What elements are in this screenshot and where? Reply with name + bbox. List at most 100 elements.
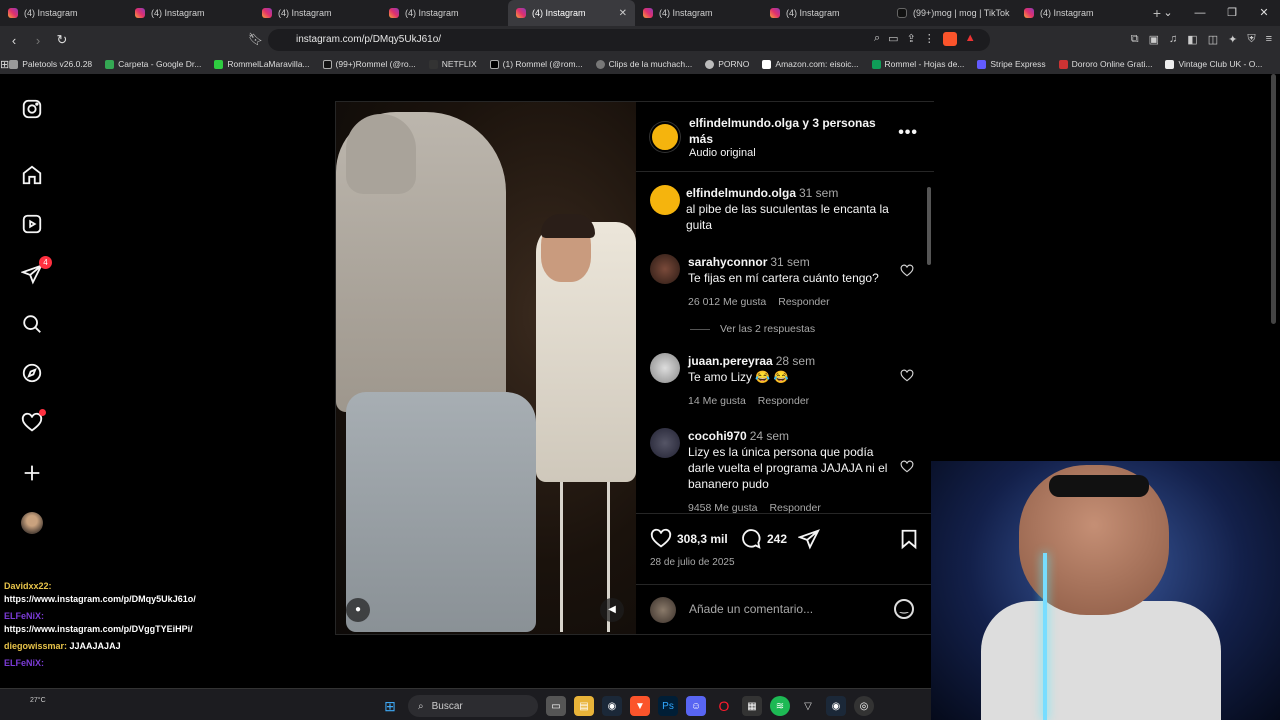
bookmark-page-icon[interactable]: 🔖︎ — [248, 32, 263, 46]
app-icon[interactable]: ▦ — [742, 696, 762, 716]
close-tab-icon[interactable]: ✕ — [619, 8, 627, 19]
bookmark-item[interactable]: PORNO — [705, 59, 749, 69]
more-options-icon[interactable]: ••• — [898, 124, 918, 142]
browser-tab-active[interactable]: (4) Instagram ✕ — [508, 0, 635, 26]
obs-icon[interactable]: ◎ — [854, 696, 874, 716]
comment-user[interactable]: sarahyconnor — [688, 255, 767, 269]
profile-avatar[interactable] — [20, 511, 44, 535]
save-button[interactable] — [898, 528, 920, 550]
bookmark-item[interactable]: (99+)Rommel (@ro... — [322, 59, 416, 69]
bookmark-item[interactable]: Vintage Club UK - O... — [1165, 59, 1262, 69]
reels-icon[interactable] — [20, 212, 44, 236]
search-icon[interactable] — [20, 312, 44, 336]
reel-video[interactable]: ● ◀︎ — [336, 102, 636, 634]
browser-tab[interactable]: (4) Instagram — [254, 0, 381, 26]
browser-tab[interactable]: (4) Instagram — [381, 0, 508, 26]
close-window-icon[interactable]: ✕ — [1248, 0, 1280, 26]
bookmark-item[interactable]: Dororo Online Grati... — [1058, 59, 1152, 69]
bookmark-item[interactable]: NETFLIX — [428, 59, 477, 69]
comment-input[interactable]: Añade un comentario... — [689, 602, 813, 616]
zoom-icon[interactable]: ⌕ — [874, 32, 880, 46]
page-scrollbar[interactable] — [1271, 74, 1276, 324]
notifications-heart-icon[interactable] — [20, 409, 46, 435]
bookmark-item[interactable]: Paletools v26.0.28 — [9, 59, 92, 69]
avatar[interactable] — [650, 428, 680, 458]
messages-icon[interactable]: 4 — [20, 256, 52, 286]
extensions-icon[interactable]: ⧉ — [1131, 33, 1139, 46]
file-explorer-icon[interactable]: ▤ — [574, 696, 594, 716]
menu-icon[interactable]: ≡ — [1266, 33, 1272, 46]
comment-user[interactable]: elfindelmundo.olga — [686, 186, 796, 200]
minimize-icon[interactable]: — — [1184, 0, 1216, 26]
share-button[interactable] — [798, 528, 820, 550]
bookmark-item[interactable]: Stripe Express — [977, 59, 1046, 69]
opera-icon[interactable]: O — [714, 696, 734, 716]
brave-shield-icon[interactable] — [942, 32, 957, 46]
comment-user[interactable]: cocohi970 — [688, 429, 747, 443]
bookmark-item[interactable]: Rommel - Hojas de... — [871, 59, 964, 69]
browser-tab[interactable]: (4) Instagram — [127, 0, 254, 26]
photoshop-icon[interactable]: Ps — [658, 696, 678, 716]
bookmark-item[interactable]: Amazon.com: eisoic... — [762, 59, 859, 69]
tab-search-icon[interactable]: ⌄ — [1152, 0, 1184, 26]
vpn-icon[interactable]: ⛨ — [1247, 33, 1255, 46]
bookmark-item[interactable]: Clips de la muchach... — [595, 59, 692, 69]
maximize-icon[interactable]: ❐ — [1216, 0, 1248, 26]
steam-icon[interactable]: ◉ — [826, 696, 846, 716]
post-author[interactable]: elfindelmundo.olga y 3 personas más — [689, 115, 889, 147]
like-comment-icon[interactable] — [900, 264, 914, 278]
back-icon[interactable]: ‹ — [4, 33, 24, 48]
like-comment-icon[interactable] — [900, 369, 914, 383]
cast-icon[interactable]: ▭ — [888, 32, 898, 46]
wallet-icon[interactable]: ▣ — [1149, 33, 1159, 46]
brave-rewards-icon[interactable]: ▲ — [965, 32, 976, 46]
vpn-app-icon[interactable]: ▽ — [798, 696, 818, 716]
browser-tab[interactable]: (99+)mog | mog | TikTok — [889, 0, 1016, 26]
windows-start-icon[interactable]: ⊞ — [380, 696, 400, 716]
browser-tab[interactable]: (4) Instagram — [0, 0, 127, 26]
volume-icon[interactable]: ◀︎ — [600, 598, 624, 622]
brave-icon[interactable]: ▼ — [630, 696, 650, 716]
home-icon[interactable] — [20, 163, 44, 187]
browser-tab[interactable]: (4) Instagram — [1016, 0, 1143, 26]
reply-button[interactable]: Responder — [758, 395, 809, 407]
taskbar-search[interactable]: ⌕ Buscar — [408, 695, 538, 717]
translate-icon[interactable]: ⋮ — [924, 32, 935, 46]
forward-icon[interactable]: › — [28, 33, 48, 48]
scrollbar-thumb[interactable] — [927, 187, 931, 265]
view-replies-button[interactable]: Ver las 2 respuestas — [690, 323, 815, 335]
spotify-icon[interactable]: ≋ — [770, 696, 790, 716]
like-button[interactable]: 308,3 mil — [650, 528, 728, 550]
media-icon[interactable]: ♫ — [1169, 33, 1177, 46]
wallet-icon[interactable]: ◫ — [1208, 33, 1218, 46]
task-view-icon[interactable]: ▭ — [546, 696, 566, 716]
author-avatar[interactable] — [650, 122, 680, 152]
comment-likes[interactable]: 26 012 Me gusta — [688, 296, 766, 308]
avatar[interactable] — [650, 353, 680, 383]
bookmark-item[interactable]: RommelLaMaravilla... — [214, 59, 310, 69]
comment-user[interactable]: juaan.pereyraa — [688, 354, 773, 368]
browser-tab[interactable]: (4) Instagram — [635, 0, 762, 26]
reply-button[interactable]: Responder — [769, 502, 820, 513]
create-icon[interactable] — [20, 461, 44, 485]
comment-likes[interactable]: 9458 Me gusta — [688, 502, 757, 513]
like-comment-icon[interactable] — [900, 460, 914, 474]
bookmark-item[interactable]: (1) Rommel (@rom... — [489, 59, 583, 69]
comment-button[interactable]: 242 — [740, 528, 787, 550]
bookmark-item[interactable]: Carpeta - Google Dr... — [105, 59, 201, 69]
share-icon[interactable]: ⇪ — [907, 32, 916, 46]
browser-tab[interactable]: (4) Instagram — [762, 0, 889, 26]
audio-label[interactable]: Audio original — [689, 147, 756, 159]
avatar[interactable] — [650, 254, 680, 284]
reload-icon[interactable]: ↻ — [52, 32, 72, 48]
apps-grid-icon[interactable]: ⊞ — [0, 58, 9, 71]
steam-icon[interactable]: ◉ — [602, 696, 622, 716]
discord-icon[interactable]: ☺ — [686, 696, 706, 716]
sidebar-icon[interactable]: ◧ — [1187, 33, 1197, 46]
explore-icon[interactable] — [20, 361, 44, 385]
emoji-icon[interactable]: ‿ — [894, 599, 914, 619]
avatar[interactable] — [650, 185, 680, 215]
comments-scrollbar[interactable] — [926, 177, 932, 509]
weather-widget[interactable]: 27°C — [30, 697, 46, 704]
tagged-users-icon[interactable]: ● — [346, 598, 370, 622]
